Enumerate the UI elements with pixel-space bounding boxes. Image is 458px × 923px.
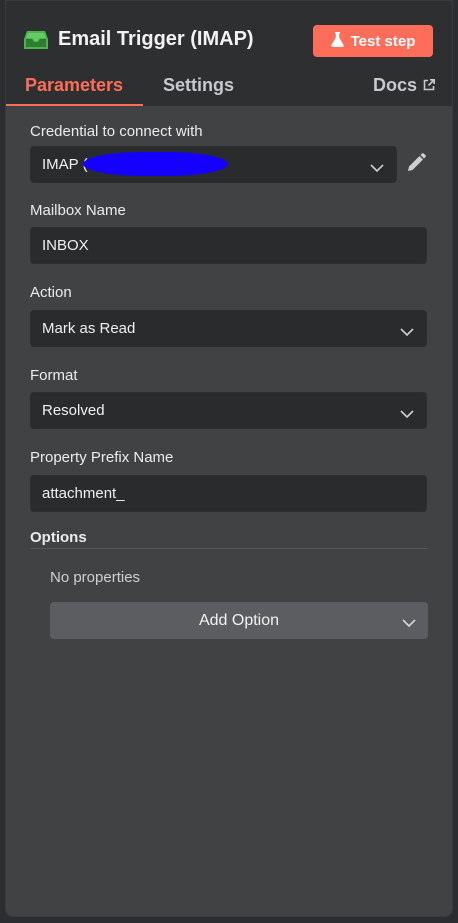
options-divider: [30, 548, 427, 549]
mailbox-name-label: Mailbox Name: [30, 202, 126, 219]
action-label: Action: [30, 284, 72, 301]
action-value: Mark as Read: [42, 320, 136, 337]
mailbox-name-value: INBOX: [42, 237, 89, 254]
active-tab-indicator: [6, 104, 143, 106]
test-step-button[interactable]: Test step: [313, 25, 433, 57]
panel-header: Email Trigger (IMAP) Test step Parameter…: [6, 1, 452, 107]
docs-label: Docs: [373, 75, 418, 95]
credential-value: IMAP (: [42, 156, 88, 173]
mailbox-name-input[interactable]: INBOX: [30, 227, 427, 264]
tab-docs[interactable]: Docs: [373, 75, 436, 96]
tab-bar: Parameters Settings Docs: [6, 65, 452, 106]
credential-select[interactable]: IMAP (: [30, 146, 397, 183]
add-option-label: Add Option: [198, 611, 280, 629]
chevron-down-icon: [370, 160, 384, 177]
node-title: Email Trigger (IMAP): [58, 28, 254, 50]
format-select[interactable]: Resolved: [30, 392, 427, 429]
credential-label: Credential to connect with: [30, 123, 203, 140]
inbox-icon: [24, 31, 48, 49]
tab-settings[interactable]: Settings: [163, 75, 234, 96]
options-heading: Options: [30, 529, 87, 546]
flask-icon: [330, 31, 344, 51]
pencil-icon[interactable]: [406, 153, 426, 173]
tab-parameters[interactable]: Parameters: [25, 75, 123, 96]
property-prefix-value: attachment_: [42, 485, 125, 502]
node-parameters-panel: Email Trigger (IMAP) Test step Parameter…: [5, 0, 453, 917]
chevron-down-icon: [402, 615, 416, 633]
property-prefix-label: Property Prefix Name: [30, 449, 174, 466]
external-link-icon: [423, 75, 436, 96]
action-select[interactable]: Mark as Read: [30, 310, 427, 347]
chevron-down-icon: [400, 324, 414, 341]
no-properties-text: No properties: [50, 569, 141, 586]
test-step-label: Test step: [350, 32, 416, 50]
add-option-button[interactable]: Add Option: [50, 602, 428, 639]
format-value: Resolved: [42, 402, 105, 419]
format-label: Format: [30, 367, 78, 384]
property-prefix-input[interactable]: attachment_: [30, 475, 427, 512]
chevron-down-icon: [400, 406, 414, 423]
redaction-mark: [83, 152, 228, 176]
